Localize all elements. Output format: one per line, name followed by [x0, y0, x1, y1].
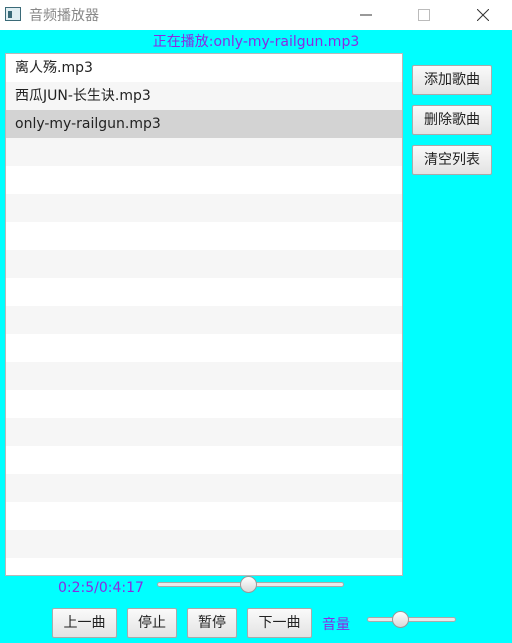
clear-list-button[interactable]: 清空列表	[412, 145, 492, 175]
playlist-item[interactable]: 西瓜JUN-长生诀.mp3	[6, 82, 402, 110]
app-icon	[5, 7, 21, 21]
prev-track-button[interactable]: 上一曲	[52, 608, 117, 638]
minimize-button[interactable]	[343, 0, 389, 30]
close-button[interactable]	[460, 0, 506, 30]
minimize-icon	[360, 14, 372, 16]
playlist-empty-row	[6, 558, 402, 575]
delete-song-button[interactable]: 删除歌曲	[412, 105, 492, 135]
playlist-empty-row	[6, 530, 402, 558]
playlist-item[interactable]: 离人殇.mp3	[6, 54, 402, 82]
maximize-button[interactable]	[401, 0, 447, 30]
playlist-empty-row	[6, 446, 402, 474]
playlist-empty-row	[6, 334, 402, 362]
next-track-button[interactable]: 下一曲	[247, 608, 312, 638]
window-title: 音频播放器	[29, 8, 99, 24]
time-display: 0:2:5/0:4:17	[58, 580, 144, 596]
playlist-empty-row	[6, 194, 402, 222]
playlist-empty-row	[6, 222, 402, 250]
playlist-empty-row	[6, 250, 402, 278]
playlist[interactable]: 离人殇.mp3 西瓜JUN-长生诀.mp3 only-my-railgun.mp3	[5, 53, 403, 576]
pause-button[interactable]: 暂停	[187, 608, 237, 638]
maximize-icon	[418, 9, 430, 21]
playlist-empty-row	[6, 502, 402, 530]
volume-label: 音量	[322, 617, 350, 633]
playlist-empty-row	[6, 362, 402, 390]
add-song-button[interactable]: 添加歌曲	[412, 65, 492, 95]
playlist-empty-row	[6, 390, 402, 418]
progress-thumb[interactable]	[240, 576, 257, 593]
title-bar: 音频播放器	[0, 0, 512, 30]
playlist-item[interactable]: only-my-railgun.mp3	[6, 110, 402, 138]
playlist-empty-row	[6, 474, 402, 502]
progress-slider[interactable]	[157, 575, 344, 595]
playlist-empty-row	[6, 166, 402, 194]
volume-thumb[interactable]	[392, 611, 409, 628]
playlist-empty-row	[6, 138, 402, 166]
close-icon	[477, 9, 489, 21]
playlist-empty-row	[6, 306, 402, 334]
volume-slider[interactable]	[367, 610, 456, 630]
playlist-empty-row	[6, 418, 402, 446]
volume-track	[367, 617, 456, 622]
playlist-empty-row	[6, 278, 402, 306]
stop-button[interactable]: 停止	[127, 608, 177, 638]
now-playing-label: 正在播放:only-my-railgun.mp3	[152, 34, 360, 50]
